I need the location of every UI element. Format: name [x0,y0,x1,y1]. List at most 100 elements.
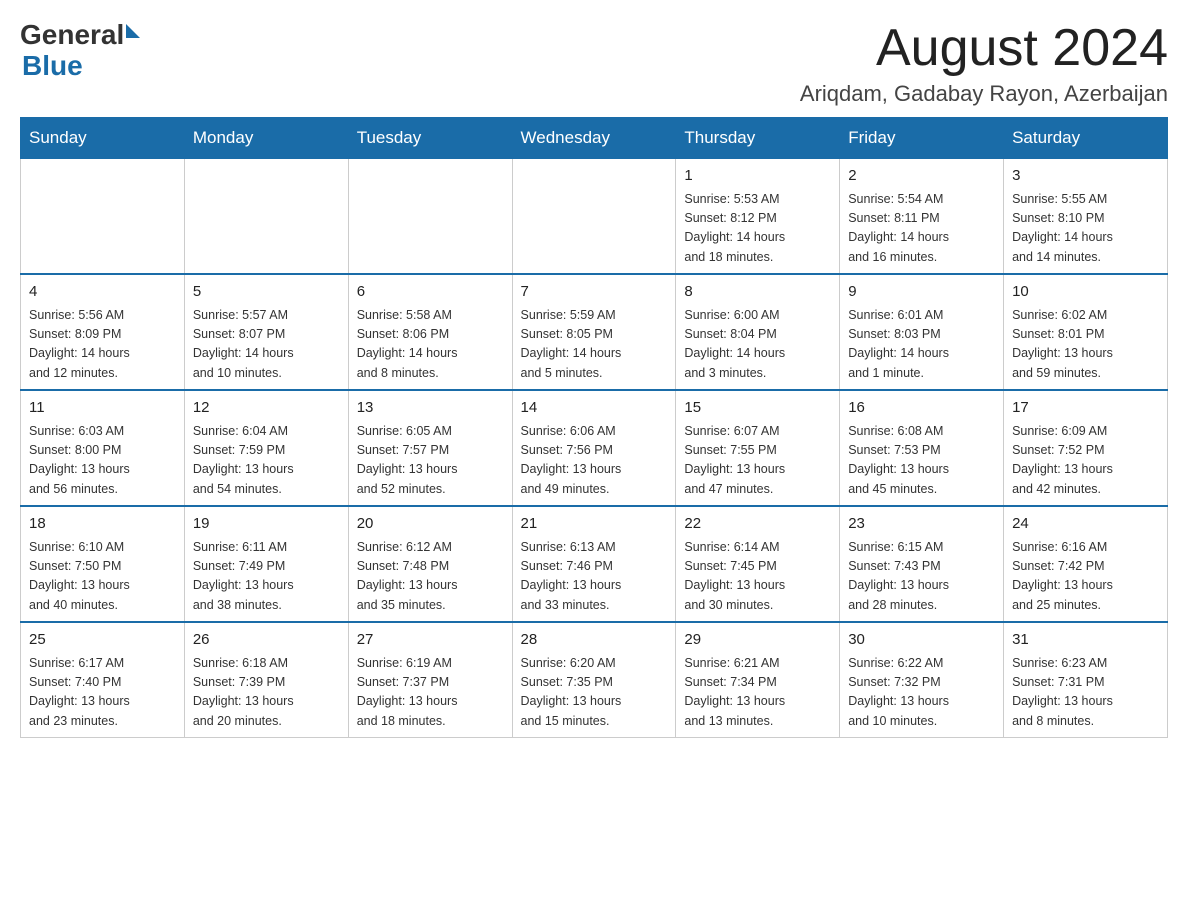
day-info: Sunrise: 5:53 AM Sunset: 8:12 PM Dayligh… [684,190,831,268]
calendar-day-cell: 24Sunrise: 6:16 AM Sunset: 7:42 PM Dayli… [1004,506,1168,622]
day-number: 27 [357,629,504,652]
day-number: 12 [193,397,340,420]
calendar-table: SundayMondayTuesdayWednesdayThursdayFrid… [20,117,1168,738]
day-number: 5 [193,281,340,304]
calendar-day-cell: 3Sunrise: 5:55 AM Sunset: 8:10 PM Daylig… [1004,159,1168,275]
calendar-day-cell: 31Sunrise: 6:23 AM Sunset: 7:31 PM Dayli… [1004,622,1168,738]
location-subtitle: Ariqdam, Gadabay Rayon, Azerbaijan [800,81,1168,107]
calendar-day-cell: 12Sunrise: 6:04 AM Sunset: 7:59 PM Dayli… [184,390,348,506]
calendar-day-cell: 17Sunrise: 6:09 AM Sunset: 7:52 PM Dayli… [1004,390,1168,506]
calendar-day-cell: 6Sunrise: 5:58 AM Sunset: 8:06 PM Daylig… [348,274,512,390]
calendar-day-cell [21,159,185,275]
calendar-day-cell: 11Sunrise: 6:03 AM Sunset: 8:00 PM Dayli… [21,390,185,506]
calendar-day-cell: 14Sunrise: 6:06 AM Sunset: 7:56 PM Dayli… [512,390,676,506]
day-number: 23 [848,513,995,536]
day-info: Sunrise: 6:00 AM Sunset: 8:04 PM Dayligh… [684,306,831,384]
calendar-day-cell: 30Sunrise: 6:22 AM Sunset: 7:32 PM Dayli… [840,622,1004,738]
calendar-day-cell [184,159,348,275]
calendar-day-cell: 7Sunrise: 5:59 AM Sunset: 8:05 PM Daylig… [512,274,676,390]
day-number: 1 [684,165,831,188]
calendar-week-row: 11Sunrise: 6:03 AM Sunset: 8:00 PM Dayli… [21,390,1168,506]
day-number: 4 [29,281,176,304]
day-info: Sunrise: 6:02 AM Sunset: 8:01 PM Dayligh… [1012,306,1159,384]
day-info: Sunrise: 5:59 AM Sunset: 8:05 PM Dayligh… [521,306,668,384]
day-number: 6 [357,281,504,304]
calendar-day-cell: 5Sunrise: 5:57 AM Sunset: 8:07 PM Daylig… [184,274,348,390]
day-number: 16 [848,397,995,420]
day-info: Sunrise: 6:14 AM Sunset: 7:45 PM Dayligh… [684,538,831,616]
day-number: 25 [29,629,176,652]
calendar-day-cell [512,159,676,275]
day-number: 22 [684,513,831,536]
calendar-header-monday: Monday [184,118,348,159]
logo-blue: Blue [22,50,83,81]
day-info: Sunrise: 6:07 AM Sunset: 7:55 PM Dayligh… [684,422,831,500]
calendar-week-row: 25Sunrise: 6:17 AM Sunset: 7:40 PM Dayli… [21,622,1168,738]
day-info: Sunrise: 6:16 AM Sunset: 7:42 PM Dayligh… [1012,538,1159,616]
calendar-day-cell: 25Sunrise: 6:17 AM Sunset: 7:40 PM Dayli… [21,622,185,738]
day-info: Sunrise: 6:12 AM Sunset: 7:48 PM Dayligh… [357,538,504,616]
calendar-day-cell: 1Sunrise: 5:53 AM Sunset: 8:12 PM Daylig… [676,159,840,275]
calendar-day-cell: 21Sunrise: 6:13 AM Sunset: 7:46 PM Dayli… [512,506,676,622]
day-info: Sunrise: 6:06 AM Sunset: 7:56 PM Dayligh… [521,422,668,500]
logo: General Blue [20,20,140,82]
day-info: Sunrise: 5:57 AM Sunset: 8:07 PM Dayligh… [193,306,340,384]
calendar-day-cell: 15Sunrise: 6:07 AM Sunset: 7:55 PM Dayli… [676,390,840,506]
calendar-day-cell: 9Sunrise: 6:01 AM Sunset: 8:03 PM Daylig… [840,274,1004,390]
day-number: 14 [521,397,668,420]
calendar-header-thursday: Thursday [676,118,840,159]
calendar-day-cell: 8Sunrise: 6:00 AM Sunset: 8:04 PM Daylig… [676,274,840,390]
calendar-day-cell: 10Sunrise: 6:02 AM Sunset: 8:01 PM Dayli… [1004,274,1168,390]
calendar-day-cell: 20Sunrise: 6:12 AM Sunset: 7:48 PM Dayli… [348,506,512,622]
calendar-day-cell: 23Sunrise: 6:15 AM Sunset: 7:43 PM Dayli… [840,506,1004,622]
day-info: Sunrise: 6:10 AM Sunset: 7:50 PM Dayligh… [29,538,176,616]
calendar-header-tuesday: Tuesday [348,118,512,159]
day-info: Sunrise: 6:03 AM Sunset: 8:00 PM Dayligh… [29,422,176,500]
day-info: Sunrise: 6:17 AM Sunset: 7:40 PM Dayligh… [29,654,176,732]
day-number: 24 [1012,513,1159,536]
day-number: 13 [357,397,504,420]
day-number: 20 [357,513,504,536]
day-info: Sunrise: 6:21 AM Sunset: 7:34 PM Dayligh… [684,654,831,732]
calendar-week-row: 1Sunrise: 5:53 AM Sunset: 8:12 PM Daylig… [21,159,1168,275]
calendar-header-wednesday: Wednesday [512,118,676,159]
calendar-day-cell: 13Sunrise: 6:05 AM Sunset: 7:57 PM Dayli… [348,390,512,506]
day-info: Sunrise: 6:23 AM Sunset: 7:31 PM Dayligh… [1012,654,1159,732]
day-info: Sunrise: 6:15 AM Sunset: 7:43 PM Dayligh… [848,538,995,616]
calendar-day-cell: 4Sunrise: 5:56 AM Sunset: 8:09 PM Daylig… [21,274,185,390]
day-info: Sunrise: 5:54 AM Sunset: 8:11 PM Dayligh… [848,190,995,268]
day-number: 30 [848,629,995,652]
day-number: 26 [193,629,340,652]
logo-triangle-icon [126,24,140,38]
day-info: Sunrise: 6:05 AM Sunset: 7:57 PM Dayligh… [357,422,504,500]
day-info: Sunrise: 6:09 AM Sunset: 7:52 PM Dayligh… [1012,422,1159,500]
day-info: Sunrise: 6:08 AM Sunset: 7:53 PM Dayligh… [848,422,995,500]
day-number: 28 [521,629,668,652]
calendar-day-cell: 27Sunrise: 6:19 AM Sunset: 7:37 PM Dayli… [348,622,512,738]
day-number: 3 [1012,165,1159,188]
day-info: Sunrise: 5:56 AM Sunset: 8:09 PM Dayligh… [29,306,176,384]
calendar-day-cell [348,159,512,275]
day-info: Sunrise: 6:01 AM Sunset: 8:03 PM Dayligh… [848,306,995,384]
calendar-week-row: 18Sunrise: 6:10 AM Sunset: 7:50 PM Dayli… [21,506,1168,622]
month-year-title: August 2024 [800,20,1168,77]
day-number: 19 [193,513,340,536]
day-number: 21 [521,513,668,536]
calendar-day-cell: 28Sunrise: 6:20 AM Sunset: 7:35 PM Dayli… [512,622,676,738]
page-header: General Blue August 2024 Ariqdam, Gadaba… [20,20,1168,107]
day-info: Sunrise: 6:19 AM Sunset: 7:37 PM Dayligh… [357,654,504,732]
calendar-day-cell: 16Sunrise: 6:08 AM Sunset: 7:53 PM Dayli… [840,390,1004,506]
calendar-day-cell: 29Sunrise: 6:21 AM Sunset: 7:34 PM Dayli… [676,622,840,738]
day-info: Sunrise: 6:11 AM Sunset: 7:49 PM Dayligh… [193,538,340,616]
day-info: Sunrise: 5:55 AM Sunset: 8:10 PM Dayligh… [1012,190,1159,268]
calendar-header-sunday: Sunday [21,118,185,159]
calendar-day-cell: 2Sunrise: 5:54 AM Sunset: 8:11 PM Daylig… [840,159,1004,275]
title-block: August 2024 Ariqdam, Gadabay Rayon, Azer… [800,20,1168,107]
calendar-week-row: 4Sunrise: 5:56 AM Sunset: 8:09 PM Daylig… [21,274,1168,390]
day-number: 29 [684,629,831,652]
day-info: Sunrise: 6:18 AM Sunset: 7:39 PM Dayligh… [193,654,340,732]
day-number: 31 [1012,629,1159,652]
day-number: 11 [29,397,176,420]
day-info: Sunrise: 6:20 AM Sunset: 7:35 PM Dayligh… [521,654,668,732]
day-number: 10 [1012,281,1159,304]
